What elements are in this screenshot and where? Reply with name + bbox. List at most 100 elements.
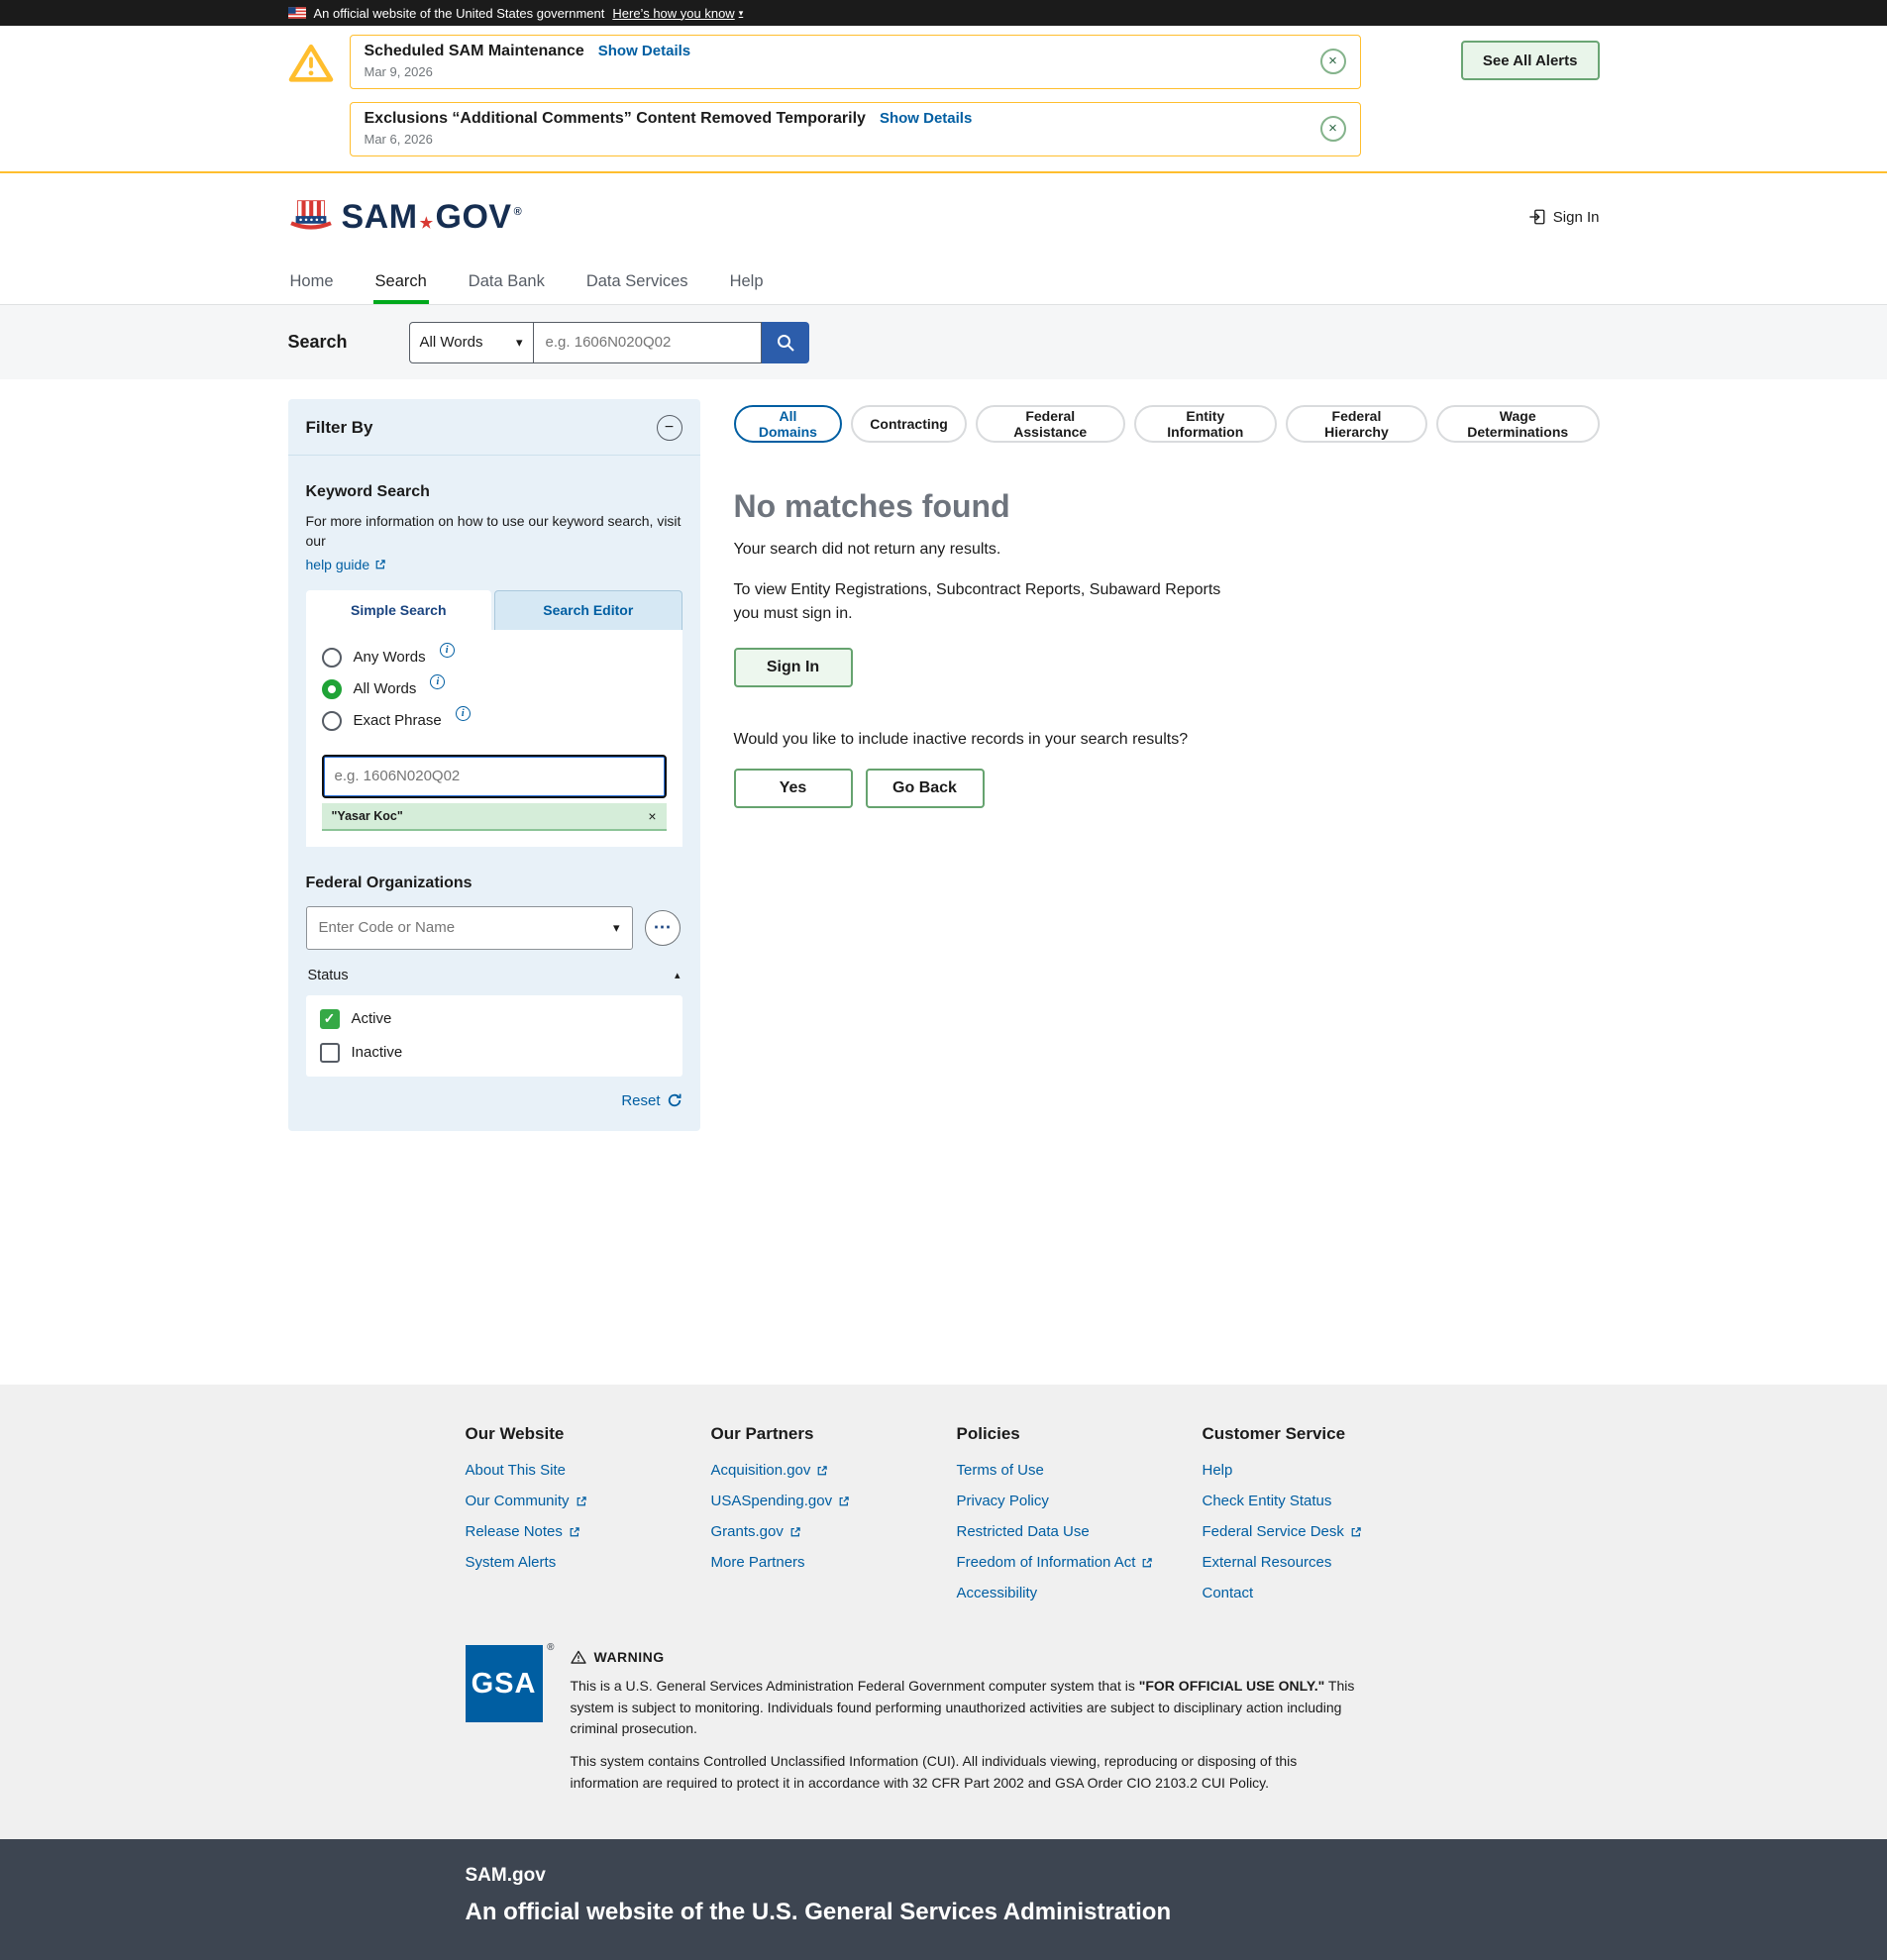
status-active-checkbox[interactable]: ✓ Active (320, 1009, 669, 1029)
radio-any-words[interactable]: Any Words i (322, 648, 667, 668)
footer-link-restricted-data-use[interactable]: Restricted Data Use (957, 1523, 1203, 1540)
footer-link-contact[interactable]: Contact (1203, 1585, 1600, 1601)
alert-close-button[interactable]: × (1320, 116, 1346, 142)
keyword-chip-label: "Yasar Koc" (332, 809, 403, 823)
minus-icon: − (665, 419, 674, 437)
chevron-down-icon: ▾ (516, 335, 523, 351)
footer-link-terms-of-use[interactable]: Terms of Use (957, 1462, 1203, 1479)
chevron-down-icon: ▾ (613, 920, 620, 936)
yes-button[interactable]: Yes (734, 769, 853, 808)
pill-all-domains[interactable]: All Domains (734, 405, 843, 443)
how-you-know-link[interactable]: Here’s how you know ▾ (612, 6, 743, 21)
footer-link-release-notes[interactable]: Release Notes (466, 1523, 711, 1540)
footer-link-accessibility[interactable]: Accessibility (957, 1585, 1203, 1601)
tab-search-editor[interactable]: Search Editor (494, 590, 682, 630)
footer-column-customer-service: Customer Service Help Check Entity Statu… (1203, 1424, 1600, 1615)
search-results: All Domains Contracting Federal Assistan… (734, 399, 1600, 808)
footer-link-foia[interactable]: Freedom of Information Act (957, 1554, 1203, 1571)
status-active-label: Active (352, 1010, 392, 1027)
footer-link-label: Terms of Use (957, 1462, 1044, 1479)
radio-any-words-label: Any Words (354, 649, 426, 666)
keyword-chip: "Yasar Koc" × (322, 803, 667, 831)
see-all-alerts-button[interactable]: See All Alerts (1461, 41, 1600, 80)
footer-link-our-community[interactable]: Our Community (466, 1493, 711, 1509)
search-submit-button[interactable] (762, 322, 809, 363)
close-icon: × (648, 808, 656, 824)
go-back-button[interactable]: Go Back (866, 769, 985, 808)
keyword-input[interactable] (322, 755, 667, 798)
checkbox-unchecked-icon (320, 1043, 340, 1063)
search-type-dropdown[interactable]: All Words ▾ (409, 322, 534, 363)
header-sign-in-link[interactable]: Sign In (1528, 208, 1600, 226)
nav-item-home[interactable]: Home (288, 260, 336, 304)
status-section-toggle[interactable]: Status ▴ (306, 968, 682, 983)
close-icon: × (1328, 121, 1337, 136)
warning-triangle-icon (288, 43, 334, 87)
footer-link-acquisition-gov[interactable]: Acquisition.gov (711, 1462, 957, 1479)
inactive-records-question: Would you like to include inactive recor… (734, 731, 1600, 749)
global-search-input[interactable] (534, 322, 762, 363)
footer-link-help[interactable]: Help (1203, 1462, 1600, 1479)
footer-link-external-resources[interactable]: External Resources (1203, 1554, 1600, 1571)
help-guide-link[interactable]: help guide (306, 555, 387, 574)
footer-link-check-entity-status[interactable]: Check Entity Status (1203, 1493, 1600, 1509)
pill-entity-information[interactable]: Entity Information (1134, 405, 1277, 443)
external-link-icon (838, 1496, 850, 1507)
alert-title: Scheduled SAM Maintenance (365, 43, 584, 60)
reset-label: Reset (621, 1092, 660, 1109)
collapse-filters-button[interactable]: − (657, 415, 682, 441)
logo-sam-text: SAM (342, 198, 418, 237)
org-more-options-button[interactable]: ⋯ (645, 910, 681, 946)
footer-link-label: Check Entity Status (1203, 1493, 1332, 1509)
footer-link-federal-service-desk[interactable]: Federal Service Desk (1203, 1523, 1600, 1540)
no-matches-heading: No matches found (734, 488, 1600, 525)
info-icon[interactable]: i (440, 643, 455, 658)
see-all-alerts-label: See All Alerts (1483, 52, 1578, 69)
radio-exact-phrase[interactable]: Exact Phrase i (322, 711, 667, 731)
footer-link-about-this-site[interactable]: About This Site (466, 1462, 711, 1479)
nav-item-data-services[interactable]: Data Services (584, 260, 690, 304)
pill-federal-hierarchy[interactable]: Federal Hierarchy (1286, 405, 1427, 443)
footer-link-label: Privacy Policy (957, 1493, 1049, 1509)
sam-gov-logo[interactable]: SAM★GOV® (288, 198, 523, 237)
external-link-icon (569, 1526, 580, 1538)
external-link-icon (1350, 1526, 1362, 1538)
nav-item-search[interactable]: Search (373, 260, 429, 304)
alert-show-details-link[interactable]: Show Details (880, 110, 972, 127)
status-inactive-checkbox[interactable]: Inactive (320, 1043, 669, 1063)
nav-item-data-bank[interactable]: Data Bank (467, 260, 547, 304)
reset-filters-link[interactable]: Reset (621, 1092, 681, 1109)
gov-banner: An official website of the United States… (0, 0, 1887, 26)
pill-wage-determinations[interactable]: Wage Determinations (1436, 405, 1600, 443)
site-footer: Our Website About This Site Our Communit… (0, 1385, 1887, 1839)
footer-link-columns: Our Website About This Site Our Communit… (466, 1424, 1600, 1615)
radio-all-words[interactable]: All Words i (322, 679, 667, 699)
footer-column-our-website: Our Website About This Site Our Communit… (466, 1424, 711, 1615)
pill-federal-assistance[interactable]: Federal Assistance (976, 405, 1125, 443)
tab-simple-search[interactable]: Simple Search (306, 590, 492, 630)
alert-scheduled-maintenance: Scheduled SAM Maintenance Show Details M… (350, 35, 1361, 89)
federal-org-select[interactable]: Enter Code or Name ▾ (306, 906, 633, 950)
info-icon[interactable]: i (456, 706, 471, 721)
sign-in-icon (1528, 208, 1546, 226)
footer-link-privacy-policy[interactable]: Privacy Policy (957, 1493, 1203, 1509)
status-options: ✓ Active Inactive (306, 995, 682, 1077)
nav-item-help[interactable]: Help (728, 260, 766, 304)
external-link-icon (1141, 1557, 1153, 1569)
external-link-icon (576, 1496, 587, 1507)
footer-link-grants-gov[interactable]: Grants.gov (711, 1523, 957, 1540)
alert-exclusions-content: Exclusions “Additional Comments” Content… (350, 102, 1361, 156)
footer-link-system-alerts[interactable]: System Alerts (466, 1554, 711, 1571)
footer-link-more-partners[interactable]: More Partners (711, 1554, 957, 1571)
chevron-down-icon: ▾ (739, 8, 744, 19)
footer-link-usaspending-gov[interactable]: USASpending.gov (711, 1493, 957, 1509)
pill-contracting[interactable]: Contracting (851, 405, 967, 443)
alert-title: Exclusions “Additional Comments” Content… (365, 110, 866, 128)
footer-link-label: Acquisition.gov (711, 1462, 811, 1479)
chip-remove-button[interactable]: × (648, 808, 656, 824)
go-back-button-label: Go Back (892, 779, 957, 796)
alert-show-details-link[interactable]: Show Details (598, 43, 690, 59)
alert-close-button[interactable]: × (1320, 49, 1346, 74)
sign-in-button[interactable]: Sign In (734, 648, 853, 687)
info-icon[interactable]: i (430, 674, 445, 689)
